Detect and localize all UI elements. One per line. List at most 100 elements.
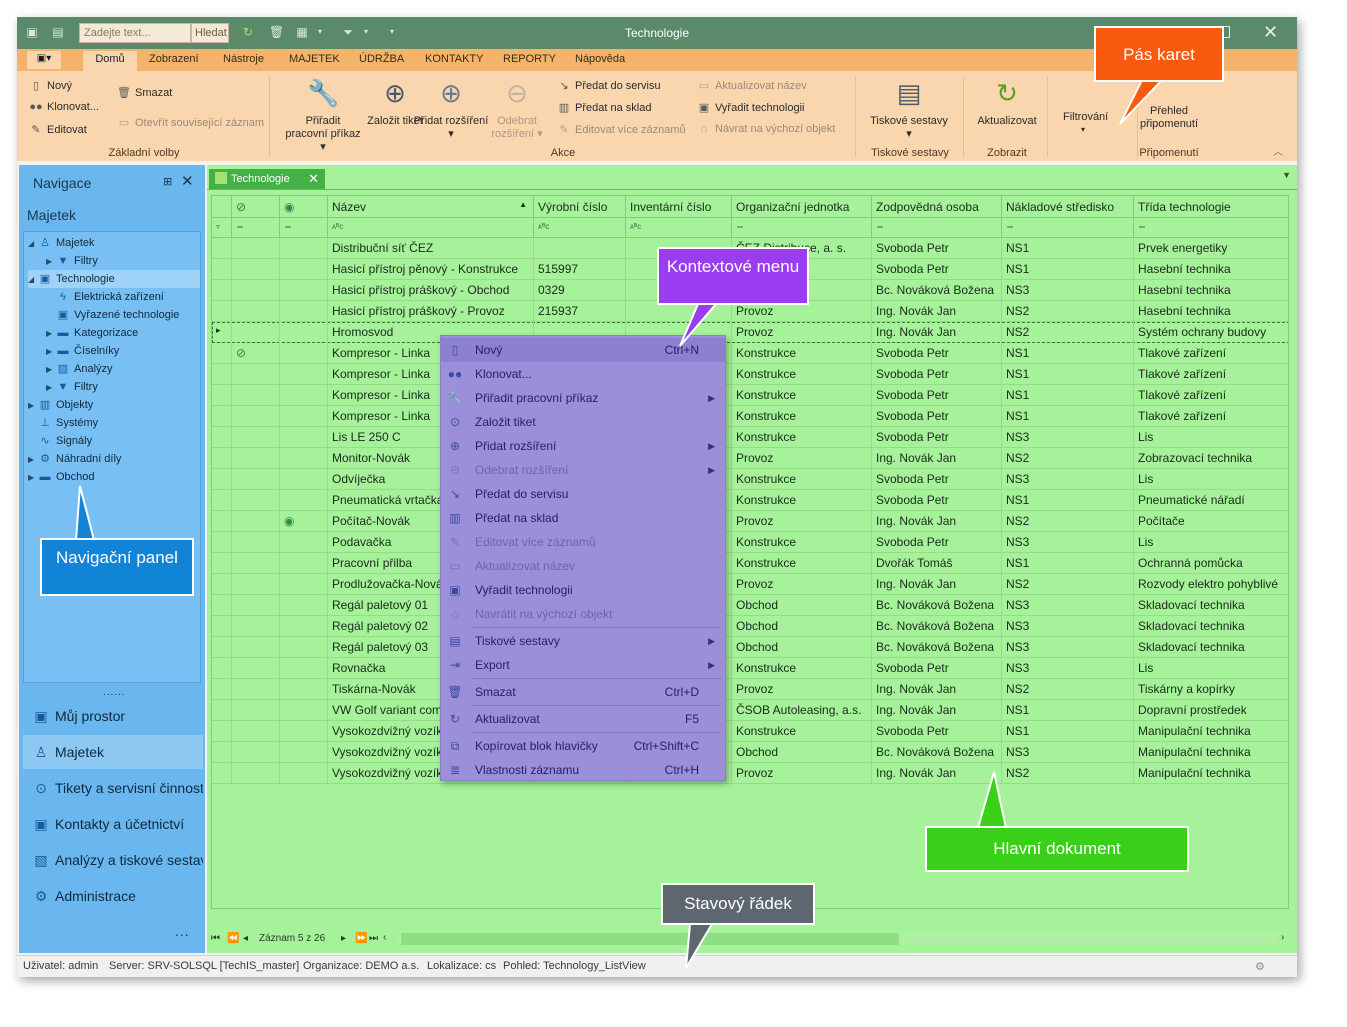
attachment-icon[interactable]: ⊘	[232, 196, 280, 218]
table-cell[interactable]: 515997	[534, 259, 626, 280]
comment-cell[interactable]	[280, 259, 328, 280]
filter-icon[interactable]: ⏷	[341, 25, 355, 39]
document-tab[interactable]: Technologie ✕	[209, 169, 325, 189]
trash-icon[interactable]: 🗑	[269, 25, 284, 39]
table-cell[interactable]: Konstrukce	[732, 385, 872, 406]
tree-item-obchod[interactable]: ▶ ▬ Obchod	[28, 468, 95, 486]
last-record-icon[interactable]: ⏭	[369, 933, 378, 944]
table-cell[interactable]: Konstrukce	[732, 490, 872, 511]
table-cell[interactable]: Tlakové zařízení	[1134, 406, 1288, 427]
table-cell[interactable]: Konstrukce	[732, 532, 872, 553]
filter-cell[interactable]: ＝	[1134, 218, 1288, 238]
table-cell[interactable]	[534, 238, 626, 259]
context-menu-item[interactable]: ⇥ Export ▶	[441, 653, 725, 677]
column-header-nakladove-stredisko[interactable]: Nákladové středisko	[1002, 196, 1134, 218]
table-cell[interactable]: Provoz	[732, 448, 872, 469]
row-indicator[interactable]	[212, 343, 232, 364]
table-cell[interactable]: Hasicí přístroj práškový - Provoz	[328, 301, 534, 322]
table-cell[interactable]: NS3	[1002, 616, 1134, 637]
table-cell[interactable]: Dopravní prostředek	[1134, 700, 1288, 721]
comment-cell[interactable]	[280, 658, 328, 679]
chevron-down-icon[interactable]: ▾	[1081, 125, 1085, 134]
context-menu-item[interactable]: ⧉ Kopírovat blok hlavičky Ctrl+Shift+C	[441, 734, 725, 758]
scrollbar-thumb[interactable]	[401, 933, 899, 945]
attachment-cell[interactable]	[232, 490, 280, 511]
table-cell[interactable]: NS1	[1002, 490, 1134, 511]
context-menu-item[interactable]: ▥ Předat na sklad	[441, 506, 725, 530]
comment-cell[interactable]	[280, 322, 328, 343]
table-row[interactable]: Vysokozdvižný vozík Provoz Ing. Novák Jan N…	[212, 763, 1288, 784]
attachment-cell[interactable]	[232, 322, 280, 343]
row-indicator[interactable]	[212, 259, 232, 280]
table-cell[interactable]: Zobrazovací technika	[1134, 448, 1288, 469]
comment-cell[interactable]	[280, 448, 328, 469]
column-header-organizacni-jednotka[interactable]: Organizační jednotka	[732, 196, 872, 218]
row-indicator[interactable]	[212, 595, 232, 616]
table-cell[interactable]: Bc. Nováková Božena	[872, 595, 1002, 616]
table-cell[interactable]: Obchod	[732, 637, 872, 658]
comment-cell[interactable]	[280, 721, 328, 742]
table-cell[interactable]: Provoz	[732, 763, 872, 784]
table-row[interactable]: Podavačka Konstrukce Svoboda Petr NS3 Lis	[212, 532, 1288, 553]
attachment-cell[interactable]	[232, 574, 280, 595]
table-cell[interactable]: NS2	[1002, 322, 1134, 343]
table-cell[interactable]: Bc. Nováková Božena	[872, 742, 1002, 763]
edit-button[interactable]: ✎ Editovat	[29, 123, 86, 136]
table-row[interactable]: Pneumatická vrtačka Konstrukce Svoboda Pet…	[212, 490, 1288, 511]
row-indicator[interactable]	[212, 427, 232, 448]
table-cell[interactable]: NS1	[1002, 721, 1134, 742]
row-indicator[interactable]	[212, 658, 232, 679]
pin-icon[interactable]: ⊞	[163, 175, 172, 188]
row-indicator[interactable]	[212, 742, 232, 763]
edit-multiple-button[interactable]: ✎ Editovat více záznamů	[557, 123, 685, 136]
attachment-cell[interactable]: ⊘	[232, 343, 280, 364]
row-indicator[interactable]	[212, 721, 232, 742]
comment-cell[interactable]	[280, 427, 328, 448]
scroll-right-icon[interactable]: ›	[1281, 932, 1284, 943]
attachment-cell[interactable]	[232, 679, 280, 700]
column-header-nazev[interactable]: Název ▲	[328, 196, 534, 218]
tab-zobrazeni[interactable]: Zobrazení	[149, 53, 199, 65]
table-cell[interactable]: NS3	[1002, 427, 1134, 448]
row-indicator[interactable]	[212, 406, 232, 427]
tree-item-elektricka-zarizeni[interactable]: ϟ Elektrická zařízení	[56, 288, 164, 306]
attachment-cell[interactable]	[232, 742, 280, 763]
table-cell[interactable]: Tiskárny a kopírky	[1134, 679, 1288, 700]
nav-button-muj-prostor[interactable]: ▣ Můj prostor	[23, 699, 203, 733]
tree-item-objekty[interactable]: ▶ ▥ Objekty	[28, 396, 93, 414]
prev-page-icon[interactable]: ⏪	[227, 933, 239, 944]
nav-button-administrace[interactable]: ⚙ Administrace	[23, 879, 203, 913]
row-indicator[interactable]	[212, 490, 232, 511]
attachment-cell[interactable]	[232, 553, 280, 574]
table-cell[interactable]: Bc. Nováková Božena	[872, 637, 1002, 658]
attachment-cell[interactable]	[232, 364, 280, 385]
table-row[interactable]: Vysokozdvižný vozík Konstrukce Svoboda Pet…	[212, 721, 1288, 742]
table-cell[interactable]: Svoboda Petr	[872, 259, 1002, 280]
tree-item-vyrazene[interactable]: ▣ Vyřazené technologie	[56, 306, 180, 324]
tab-napoveda[interactable]: Nápověda	[575, 53, 625, 65]
nav-button-tikety[interactable]: ⊙ Tikety a servisní činnosti	[23, 771, 203, 805]
context-menu-item[interactable]: 🗑 Smazat Ctrl+D	[441, 680, 725, 704]
comment-cell[interactable]	[280, 385, 328, 406]
table-cell[interactable]: Obchod	[732, 742, 872, 763]
table-cell[interactable]: Provoz	[732, 679, 872, 700]
table-cell[interactable]: Svoboda Petr	[872, 490, 1002, 511]
comment-cell[interactable]	[280, 532, 328, 553]
tree-item-nahradni-dily[interactable]: ▶ ⚙ Náhradní díly	[28, 450, 121, 468]
search-button[interactable]: Hledat	[191, 23, 229, 43]
update-name-button[interactable]: ▭ Aktualizovat název	[697, 79, 807, 92]
comment-cell[interactable]	[280, 574, 328, 595]
table-cell[interactable]: NS3	[1002, 532, 1134, 553]
table-cell[interactable]: Tlakové zařízení	[1134, 364, 1288, 385]
table-cell[interactable]: Konstrukce	[732, 553, 872, 574]
table-cell[interactable]: Skladovací technika	[1134, 616, 1288, 637]
search-input[interactable]: Zadejte text...	[79, 23, 191, 43]
table-cell[interactable]: Svoboda Petr	[872, 343, 1002, 364]
table-cell[interactable]: NS1	[1002, 364, 1134, 385]
comment-cell[interactable]	[280, 364, 328, 385]
table-row[interactable]: Pracovní přilba Konstrukce Dvořák Tomáš NS1…	[212, 553, 1288, 574]
nav-button-majetek[interactable]: ♙ Majetek	[23, 735, 203, 769]
status-settings-icon[interactable]: ⚙	[1255, 960, 1265, 973]
table-cell[interactable]: Tlakové zařízení	[1134, 385, 1288, 406]
filter-cell[interactable]: ᴀᴮc	[328, 218, 534, 238]
